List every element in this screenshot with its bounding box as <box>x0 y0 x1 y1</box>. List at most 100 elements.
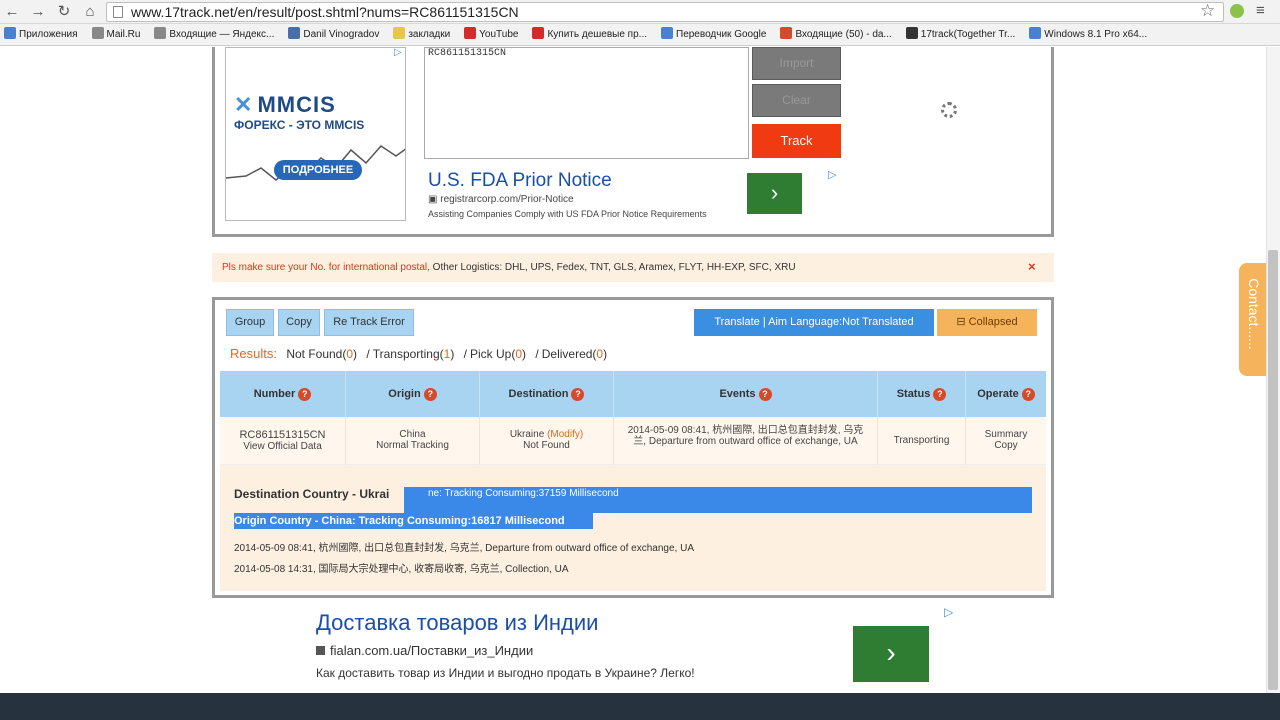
help-icon[interactable]: ? <box>423 387 437 401</box>
loading-spinner-icon <box>941 102 957 118</box>
event-line: 2014-05-08 14:31, 国际局大宗处理中心, 收寄局收寄, 乌克兰,… <box>234 564 569 575</box>
view-official-link[interactable]: View Official Data <box>220 441 345 452</box>
translate-button[interactable]: Translate | Aim Language:Not Translated <box>694 309 934 336</box>
contact-label[interactable]: Contact...... <box>1246 259 1262 369</box>
mmcis-ad[interactable]: ✕ MMCIS ФОРЕКС - ЭТО MMCIS ПОДРОБНЕЕ <box>225 47 406 221</box>
filter-pickup[interactable]: Pick Up(0) <box>470 347 526 361</box>
tracking-numbers-input[interactable]: RC861151315CN <box>424 47 749 159</box>
bookmarks-bar: Приложения Mail.Ru Входящие — Яндекс... Dan… <box>0 24 1280 46</box>
bookmark-item[interactable]: Mail.Ru <box>88 24 141 45</box>
bookmark-item[interactable]: Windows 8.1 Pro x64... <box>1025 24 1148 45</box>
india-ad-title[interactable]: Доставка товаров из Индии <box>316 610 598 636</box>
browser-toolbar: ← → ↻ ⌂ www.17track.net/en/result/post.s… <box>0 0 1280 24</box>
scrollbar-thumb[interactable] <box>1268 250 1278 690</box>
modify-link[interactable]: (Modify) <box>547 429 583 440</box>
bookmark-favicon-icon <box>154 27 167 39</box>
bookmark-favicon-icon <box>905 27 918 39</box>
fda-ad-url[interactable]: ▣ registrarcorp.com/Prior-Notice <box>428 194 574 205</box>
bookmark-item[interactable]: Переводчик Google <box>657 24 767 45</box>
reload-icon[interactable]: ↻ <box>54 2 74 22</box>
bookmark-favicon-icon <box>532 27 545 39</box>
results-label: Results: <box>230 346 277 361</box>
origin-country-heading: Origin Country - China: Tracking Consumi… <box>234 513 593 529</box>
event-line: 2014-05-09 08:41, 杭州國際, 出口总包直封封发, 乌克兰, D… <box>234 543 694 554</box>
more-button[interactable]: ПОДРОБНЕЕ <box>274 160 362 180</box>
url-text: www.17track.net/en/result/post.shtml?num… <box>131 4 519 20</box>
copy-button[interactable]: Copy <box>278 309 320 336</box>
collapsed-button[interactable]: ⊟ Collapsed <box>937 309 1037 336</box>
bookmark-item[interactable]: Входящие (50) - da... <box>776 24 892 45</box>
india-ad-url[interactable]: fialan.com.ua/Поставки_из_Индии <box>316 643 533 658</box>
help-icon[interactable]: ? <box>571 387 585 401</box>
group-button[interactable]: Group <box>226 309 274 336</box>
bookmark-item[interactable]: Входящие — Яндекс... <box>150 24 274 45</box>
bookmark-label: Купить дешевые пр... <box>547 29 647 40</box>
copy-link[interactable]: Copy <box>966 440 1046 451</box>
fda-ad-title[interactable]: U.S. FDA Prior Notice <box>428 170 612 192</box>
bookmark-favicon-icon <box>91 27 104 39</box>
mmcis-tagline: ФОРЕКС - ЭТО MMCIS <box>234 118 365 132</box>
tracking-number[interactable]: RC861151315CN <box>220 429 345 441</box>
cell-number: RC861151315CN View Official Data <box>220 417 346 465</box>
back-arrow-icon[interactable]: ← <box>2 2 22 22</box>
header-destination: Destination? <box>480 371 614 417</box>
import-button[interactable]: Import <box>752 47 841 80</box>
summary-link[interactable]: Summary <box>966 429 1046 440</box>
adchoices-icon[interactable]: ▷ <box>828 168 836 181</box>
menu-icon[interactable]: ≡ <box>1256 2 1265 19</box>
bookmark-star-icon[interactable]: ☆ <box>1200 1 1215 21</box>
status-text: Transporting <box>878 417 966 465</box>
bookmark-label: 17track(Together Tr... <box>920 29 1016 40</box>
bookmark-favicon-icon <box>4 27 16 39</box>
bookmark-item[interactable]: закладки <box>389 24 450 45</box>
bookmark-item[interactable]: YouTube <box>460 24 518 45</box>
india-ad-arrow-button[interactable]: › <box>853 626 929 682</box>
cell-origin: China Normal Tracking <box>346 417 480 465</box>
adchoices-icon[interactable]: ▷ <box>944 605 953 619</box>
bookmark-favicon-icon <box>288 27 301 39</box>
origin-country: China <box>399 429 426 440</box>
taskbar <box>0 693 1280 720</box>
origin-status: Normal Tracking <box>376 440 449 451</box>
bookmark-label: Приложения <box>19 29 78 40</box>
forward-arrow-icon[interactable]: → <box>28 2 48 22</box>
bookmark-item[interactable]: 17track(Together Tr... <box>902 24 1016 45</box>
bookmark-item[interactable]: Купить дешевые пр... <box>528 24 647 45</box>
header-origin: Origin? <box>346 371 480 417</box>
bookmark-label: Переводчик Google <box>676 29 767 40</box>
home-icon[interactable]: ⌂ <box>80 2 100 22</box>
bookmark-favicon-icon <box>464 27 477 39</box>
bookmark-item[interactable]: Приложения <box>0 24 78 45</box>
help-icon[interactable]: ? <box>1021 387 1035 401</box>
bookmark-label: Mail.Ru <box>106 29 141 40</box>
bookmark-favicon-icon <box>780 27 793 39</box>
extension-icon[interactable] <box>1230 4 1244 18</box>
filter-not-found[interactable]: Not Found(0) <box>286 347 357 361</box>
help-icon[interactable]: ? <box>933 387 947 401</box>
bookmark-favicon-icon <box>1029 27 1042 39</box>
fda-ad-description: Assisting Companies Comply with US FDA P… <box>428 209 707 219</box>
bookmark-favicon-icon <box>661 27 673 39</box>
bookmark-item[interactable]: Danil Vinogradov <box>284 24 379 45</box>
header-number: Number? <box>220 371 346 417</box>
destination-consuming-text: ne: Tracking Consuming:37159 Millisecond <box>404 487 1032 513</box>
latest-event: 2014-05-09 08:41, 杭州國際, 出口总包直封封发, 乌克兰, D… <box>614 417 878 465</box>
help-icon[interactable]: ? <box>758 387 772 401</box>
table-header: Number? Origin? Destination? Events? Sta… <box>220 371 1046 417</box>
retrack-error-button[interactable]: Re Track Error <box>324 309 414 336</box>
help-icon[interactable]: ? <box>298 387 312 401</box>
close-icon[interactable]: × <box>1028 259 1036 274</box>
adchoices-icon[interactable]: ▷ <box>394 47 402 58</box>
cell-destination: Ukraine (Modify) Not Found <box>480 417 614 465</box>
filter-delivered[interactable]: Delivered(0) <box>542 347 607 361</box>
track-button[interactable]: Track <box>752 124 841 158</box>
fda-ad-arrow-button[interactable]: › <box>747 173 802 214</box>
address-bar[interactable]: www.17track.net/en/result/post.shtml?num… <box>106 2 1224 22</box>
clear-button[interactable]: Clear <box>752 84 841 117</box>
collapse-icon: ⊟ <box>956 316 969 328</box>
notice-warning: Pls make sure your No. for international… <box>222 262 430 273</box>
bookmark-favicon-icon <box>393 27 406 39</box>
destination-status: Not Found <box>523 440 570 451</box>
bookmark-label: Windows 8.1 Pro x64... <box>1044 29 1148 40</box>
filter-transporting[interactable]: Transporting(1) <box>373 347 455 361</box>
